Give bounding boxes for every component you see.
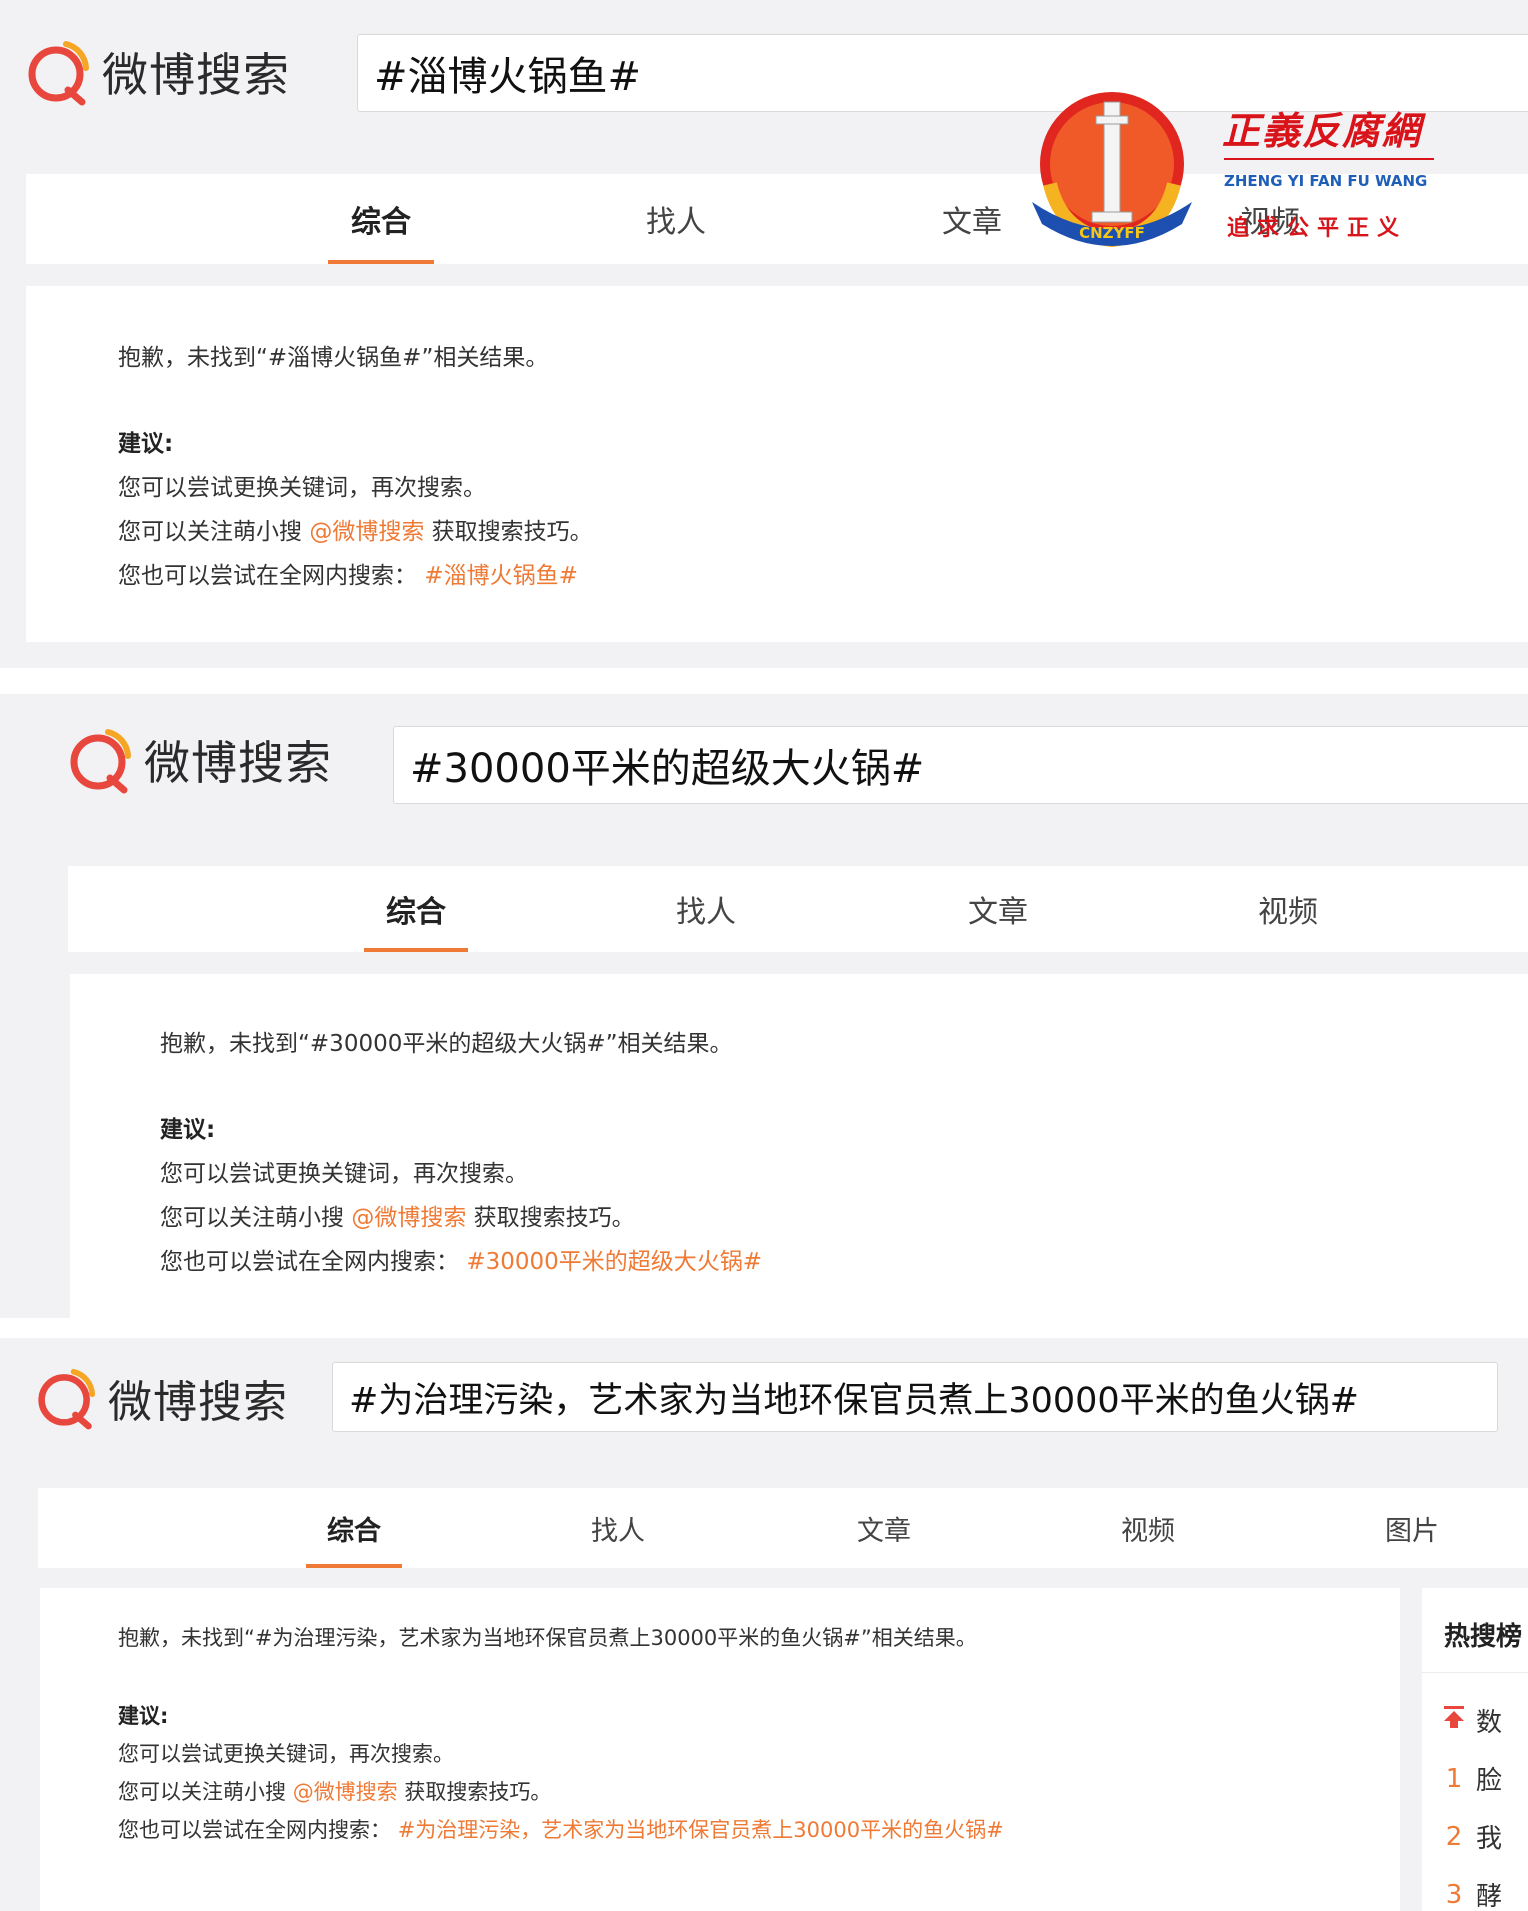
no-result-card: 抱歉，未找到“#为治理污染，艺术家为当地环保官员煮上30000平米的鱼火锅#”相… — [40, 1588, 1400, 1911]
watermark-motto: 追求公平正义 — [1227, 216, 1408, 241]
watermark: CNZYFF 正義反腐網 ZHENG YI FAN FU WANG 追求公平正义 — [1022, 84, 1442, 264]
tab-people[interactable]: 找人 — [626, 174, 726, 264]
tab-articles[interactable]: 文章 — [948, 866, 1048, 952]
web-search-link[interactable]: #淄博火锅鱼# — [424, 563, 578, 589]
tab-pictures[interactable]: 图片 — [1362, 1488, 1462, 1568]
no-result-message: 抱歉，未找到“#淄博火锅鱼#”相关结果。 — [118, 345, 549, 371]
weibo-search-logo[interactable]: 微博搜索 — [26, 38, 290, 106]
no-result-message: 抱歉，未找到“#30000平米的超级大火锅#”相关结果。 — [160, 1031, 733, 1057]
suggestion-tip-3: 您也可以尝试在全网内搜索： #淄博火锅鱼# — [118, 563, 578, 589]
weibo-search-logo-icon — [70, 729, 131, 794]
suggestion-tip-3: 您也可以尝试在全网内搜索： #30000平米的超级大火锅# — [160, 1249, 763, 1275]
weibo-search-account-link[interactable]: @微博搜索 — [309, 519, 424, 545]
suggestion-title: 建议: — [118, 431, 174, 457]
tab-bar: 综合 找人 文章 视频 图片 — [38, 1488, 1528, 1568]
watermark-subtitle: ZHENG YI FAN FU WANG — [1224, 172, 1428, 190]
watermark-badge-text: CNZYFF — [1079, 224, 1145, 242]
suggestion-tip-1: 您可以尝试更换关键词，再次搜索。 — [118, 475, 486, 501]
logo-text: 微博搜索 — [108, 1377, 288, 1428]
search-query: #淄博火锅鱼# — [374, 54, 642, 100]
search-input[interactable]: #为治理污染，艺术家为当地环保官员煮上30000平米的鱼火锅# — [332, 1362, 1498, 1432]
tab-comprehensive[interactable]: 综合 — [328, 174, 434, 264]
no-result-card: 抱歉，未找到“#淄博火锅鱼#”相关结果。 建议: 您可以尝试更换关键词，再次搜索… — [26, 286, 1528, 642]
weibo-search-logo[interactable]: 微博搜索 — [68, 726, 332, 794]
active-tab-underline — [328, 260, 434, 264]
watermark-emblem-icon: CNZYFF — [1032, 92, 1192, 248]
suggestion-tip-1: 您可以尝试更换关键词，再次搜索。 — [160, 1161, 528, 1187]
suggestion-tip-2: 您可以关注萌小搜 @微博搜索 获取搜索技巧。 — [160, 1205, 635, 1231]
weibo-search-logo-icon — [28, 41, 89, 106]
divider — [1422, 1672, 1528, 1673]
search-input[interactable]: #30000平米的超级大火锅# — [393, 726, 1528, 804]
separator — [0, 668, 1528, 694]
suggestion-title: 建议: — [118, 1704, 169, 1728]
weibo-search-account-link[interactable]: @微博搜索 — [293, 1780, 398, 1804]
hot-search-item[interactable]: 2 我 — [1432, 1818, 1502, 1855]
web-search-link[interactable]: #为治理污染，艺术家为当地环保官员煮上30000平米的鱼火锅# — [398, 1818, 1004, 1842]
tab-people[interactable]: 找人 — [656, 866, 756, 952]
pin-top-icon — [1432, 1704, 1476, 1737]
tab-articles[interactable]: 文章 — [922, 174, 1022, 264]
screen-3: 微博搜索 #为治理污染，艺术家为当地环保官员煮上30000平米的鱼火锅# 综合 … — [0, 1338, 1528, 1911]
suggestion-tip-3: 您也可以尝试在全网内搜索： #为治理污染，艺术家为当地环保官员煮上30000平米… — [118, 1818, 1004, 1842]
hot-search-title: 热搜榜 — [1444, 1622, 1523, 1652]
suggestion-tip-2: 您可以关注萌小搜 @微博搜索 获取搜索技巧。 — [118, 1780, 552, 1804]
hot-search-item[interactable]: 3 酵 — [1432, 1876, 1502, 1911]
hot-search-item[interactable]: 1 脸 — [1432, 1760, 1502, 1797]
watermark-title: 正義反腐網 — [1222, 108, 1423, 153]
suggestion-tip-2: 您可以关注萌小搜 @微博搜索 获取搜索技巧。 — [118, 519, 593, 545]
weibo-search-account-link[interactable]: @微博搜索 — [351, 1205, 466, 1231]
divider — [1224, 158, 1434, 160]
suggestion-title: 建议: — [160, 1117, 216, 1143]
active-tab-underline — [364, 948, 468, 952]
logo-text: 微博搜索 — [102, 48, 290, 102]
separator — [0, 1318, 1528, 1338]
tab-people[interactable]: 找人 — [568, 1488, 668, 1568]
tab-video[interactable]: 视频 — [1238, 866, 1338, 952]
no-result-card: 抱歉，未找到“#30000平米的超级大火锅#”相关结果。 建议: 您可以尝试更换… — [70, 974, 1528, 1318]
weibo-search-logo[interactable]: 微博搜索 — [36, 1366, 288, 1430]
no-result-message: 抱歉，未找到“#为治理污染，艺术家为当地环保官员煮上30000平米的鱼火锅#”相… — [118, 1626, 977, 1650]
tab-articles[interactable]: 文章 — [834, 1488, 934, 1568]
tab-video[interactable]: 视频 — [1098, 1488, 1198, 1568]
screen-2: 微博搜索 #30000平米的超级大火锅# 综合 找人 文章 视频 抱歉，未找到“… — [0, 694, 1528, 1318]
search-query: #为治理污染，艺术家为当地环保官员煮上30000平米的鱼火锅# — [349, 1380, 1359, 1421]
tab-comprehensive[interactable]: 综合 — [364, 866, 468, 952]
hot-search-item[interactable]: 数 — [1432, 1702, 1502, 1739]
weibo-search-logo-icon — [38, 1368, 96, 1430]
tab-comprehensive[interactable]: 综合 — [306, 1488, 402, 1568]
active-tab-underline — [306, 1564, 402, 1568]
search-query: #30000平米的超级大火锅# — [410, 746, 925, 792]
hot-search-panel: 热搜榜 数 1 脸 2 我 3 酵 — [1422, 1588, 1528, 1911]
tab-bar: 综合 找人 文章 视频 — [68, 866, 1528, 952]
suggestion-tip-1: 您可以尝试更换关键词，再次搜索。 — [118, 1742, 454, 1766]
web-search-link[interactable]: #30000平米的超级大火锅# — [466, 1249, 762, 1275]
logo-text: 微博搜索 — [144, 736, 332, 790]
